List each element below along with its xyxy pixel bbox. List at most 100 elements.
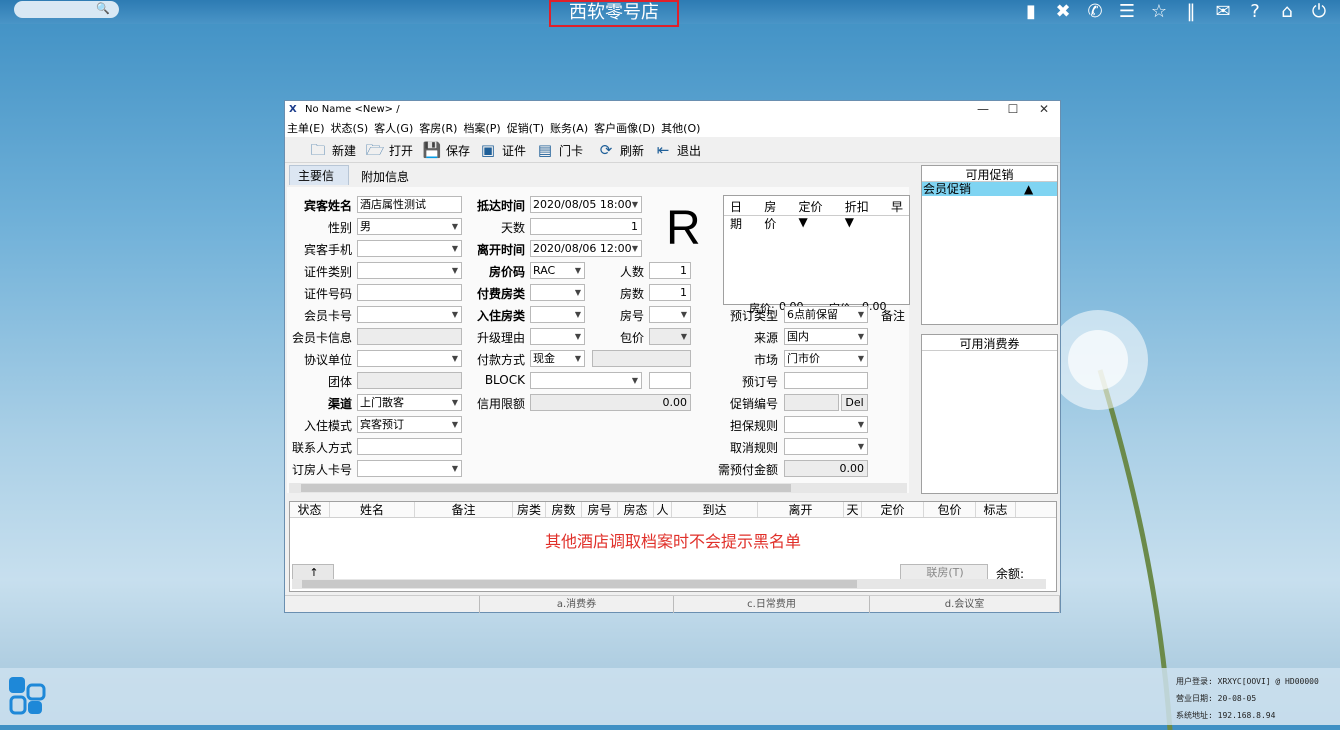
id-type-select[interactable]: ▼ xyxy=(357,262,462,279)
menu-main[interactable]: 主单(E) xyxy=(287,121,325,137)
bars-icon[interactable]: ‖ xyxy=(1178,0,1204,24)
menu-guest[interactable]: 客人(G) xyxy=(374,121,413,137)
persons-field[interactable]: 1 xyxy=(649,262,691,279)
tab-main-info[interactable]: 主要信息 xyxy=(289,165,349,203)
promo-item[interactable]: 会员促销 ▲ xyxy=(922,182,1057,196)
maximize-button[interactable]: ☐ xyxy=(998,102,1028,120)
tools-icon[interactable]: ✖ xyxy=(1050,0,1076,24)
rate-grid-col[interactable]: 早 xyxy=(885,196,909,215)
rate-code-select[interactable]: RAC ▼ xyxy=(530,262,585,279)
reservation-window: X No Name <New> / — ☐ ✕ 主单(E) 状态(S) 客人(G… xyxy=(284,100,1061,613)
id-no-field[interactable] xyxy=(357,284,462,301)
col-header[interactable]: 包价 xyxy=(924,502,976,517)
block-select[interactable]: ▼ xyxy=(530,372,642,389)
home-icon[interactable]: ⌂ xyxy=(1274,0,1300,24)
col-header[interactable]: 定价 xyxy=(862,502,924,517)
menu-room[interactable]: 客房(R) xyxy=(419,121,457,137)
menu-account[interactable]: 账务(A) xyxy=(550,121,588,137)
pay-select[interactable]: 现金 ▼ xyxy=(530,350,585,367)
book-type-select[interactable]: 6点前保留 ▼ xyxy=(784,306,868,323)
source-select[interactable]: 国内 ▼ xyxy=(784,328,868,345)
block-extra-field[interactable] xyxy=(649,372,691,389)
rooms-field[interactable]: 1 xyxy=(649,284,691,301)
close-button[interactable]: ✕ xyxy=(1029,102,1059,120)
contact-field[interactable] xyxy=(357,438,462,455)
status-tab-coupon[interactable]: a.消费券 xyxy=(480,596,674,613)
col-header[interactable]: 状态 xyxy=(290,502,330,517)
id-button[interactable]: ▣ 证件 xyxy=(477,140,526,160)
member-card-label: 会员卡号 xyxy=(303,309,352,323)
exit-button[interactable]: ⇤ 退出 xyxy=(652,140,701,160)
minimize-button[interactable]: — xyxy=(968,102,998,120)
refresh-button[interactable]: ⟳ 刷新 xyxy=(595,140,644,160)
form-hscrollbar[interactable] xyxy=(289,483,907,493)
search-icon[interactable]: 🔍 xyxy=(96,2,110,15)
card-button[interactable]: ▤ 门卡 xyxy=(534,140,583,160)
col-header[interactable]: 离开 xyxy=(758,502,844,517)
help-icon[interactable]: ? xyxy=(1242,0,1268,24)
rate-grid-col[interactable]: 房价 xyxy=(758,196,792,231)
col-header[interactable]: 天 xyxy=(844,502,862,517)
chevron-down-icon: ▼ xyxy=(857,354,864,363)
coupon-title: 可用消费券 xyxy=(922,335,1057,351)
room-no-select[interactable]: ▼ xyxy=(649,306,691,323)
col-header[interactable]: 房数 xyxy=(546,502,582,517)
star-icon[interactable]: ☆ xyxy=(1146,0,1172,24)
guest-name-field[interactable]: 酒店属性测试 xyxy=(357,196,462,213)
mail-icon[interactable]: ✉ xyxy=(1210,0,1236,24)
market-select[interactable]: 门市价 ▼ xyxy=(784,350,868,367)
menu-status[interactable]: 状态(S) xyxy=(331,121,369,137)
guarantee-select[interactable]: ▼ xyxy=(784,416,868,433)
rate-grid-col[interactable]: 日期 xyxy=(724,196,758,231)
rate-grid-col[interactable]: 折扣 ▼ xyxy=(839,196,885,229)
menu-other[interactable]: 其他(O) xyxy=(661,121,700,137)
col-header[interactable]: 房类 xyxy=(513,502,546,517)
tab-extra-info[interactable]: 附加信息 xyxy=(353,167,417,187)
open-button[interactable]: 🗁 打开 xyxy=(364,140,413,160)
col-header[interactable]: 到达 xyxy=(672,502,758,517)
col-header[interactable]: 备注 xyxy=(415,502,513,517)
col-header[interactable]: 房态 xyxy=(618,502,654,517)
search-input[interactable]: 🔍 xyxy=(14,1,119,18)
market-value: 门市价 xyxy=(787,352,820,365)
room-type-select[interactable]: ▼ xyxy=(530,306,585,323)
power-icon[interactable]: ⏻ xyxy=(1306,0,1332,24)
arrive-select[interactable]: 2020/08/05 18:00 ▼ xyxy=(530,196,642,213)
status-tab-meeting[interactable]: d.会议室 xyxy=(870,596,1060,613)
col-header[interactable]: 标志 xyxy=(976,502,1016,517)
list-hscrollbar[interactable] xyxy=(292,579,1046,589)
menu-icon[interactable]: ☰ xyxy=(1114,0,1140,24)
booker-card-select[interactable]: ▼ xyxy=(357,460,462,477)
app-launcher-icon[interactable] xyxy=(8,676,46,716)
member-info-field xyxy=(357,328,462,345)
gender-select[interactable]: 男 ▼ xyxy=(357,218,462,235)
cancel-rule-select[interactable]: ▼ xyxy=(784,438,868,455)
member-card-select[interactable]: ▼ xyxy=(357,306,462,323)
mobile-select[interactable]: ▼ xyxy=(357,240,462,257)
agreement-select[interactable]: ▼ xyxy=(357,350,462,367)
new-button[interactable]: 🗀 新建 xyxy=(307,140,356,160)
status-tab-daily[interactable]: c.日常费用 xyxy=(674,596,870,613)
channel-select[interactable]: 上门散客 ▼ xyxy=(357,394,462,411)
signal-icon[interactable]: ▮ xyxy=(1018,0,1044,24)
scroll-thumb[interactable] xyxy=(301,484,791,492)
package-select[interactable]: ▼ xyxy=(649,328,691,345)
col-header[interactable]: 人 xyxy=(654,502,672,517)
col-header[interactable]: 姓名 xyxy=(330,502,415,517)
days-field[interactable]: 1 xyxy=(530,218,642,235)
del-button[interactable]: Del xyxy=(841,394,868,411)
phone-icon[interactable]: ✆ xyxy=(1082,0,1108,24)
rate-grid-col[interactable]: 定价 ▼ xyxy=(792,196,838,229)
checkin-mode-select[interactable]: 宾客预订 ▼ xyxy=(357,416,462,433)
col-header[interactable]: 房号 xyxy=(582,502,618,517)
booking-no-field[interactable] xyxy=(784,372,868,389)
menu-portrait[interactable]: 客户画像(D) xyxy=(594,121,655,137)
scroll-thumb[interactable] xyxy=(302,580,857,588)
menu-promo[interactable]: 促销(T) xyxy=(507,121,544,137)
depart-select[interactable]: 2020/08/06 12:00 ▼ xyxy=(530,240,642,257)
paid-type-select[interactable]: ▼ xyxy=(530,284,585,301)
block-label: BLOCK xyxy=(484,373,525,387)
upgrade-select[interactable]: ▼ xyxy=(530,328,585,345)
save-button[interactable]: 💾 保存 xyxy=(421,140,470,160)
menu-profile[interactable]: 档案(P) xyxy=(463,121,500,137)
